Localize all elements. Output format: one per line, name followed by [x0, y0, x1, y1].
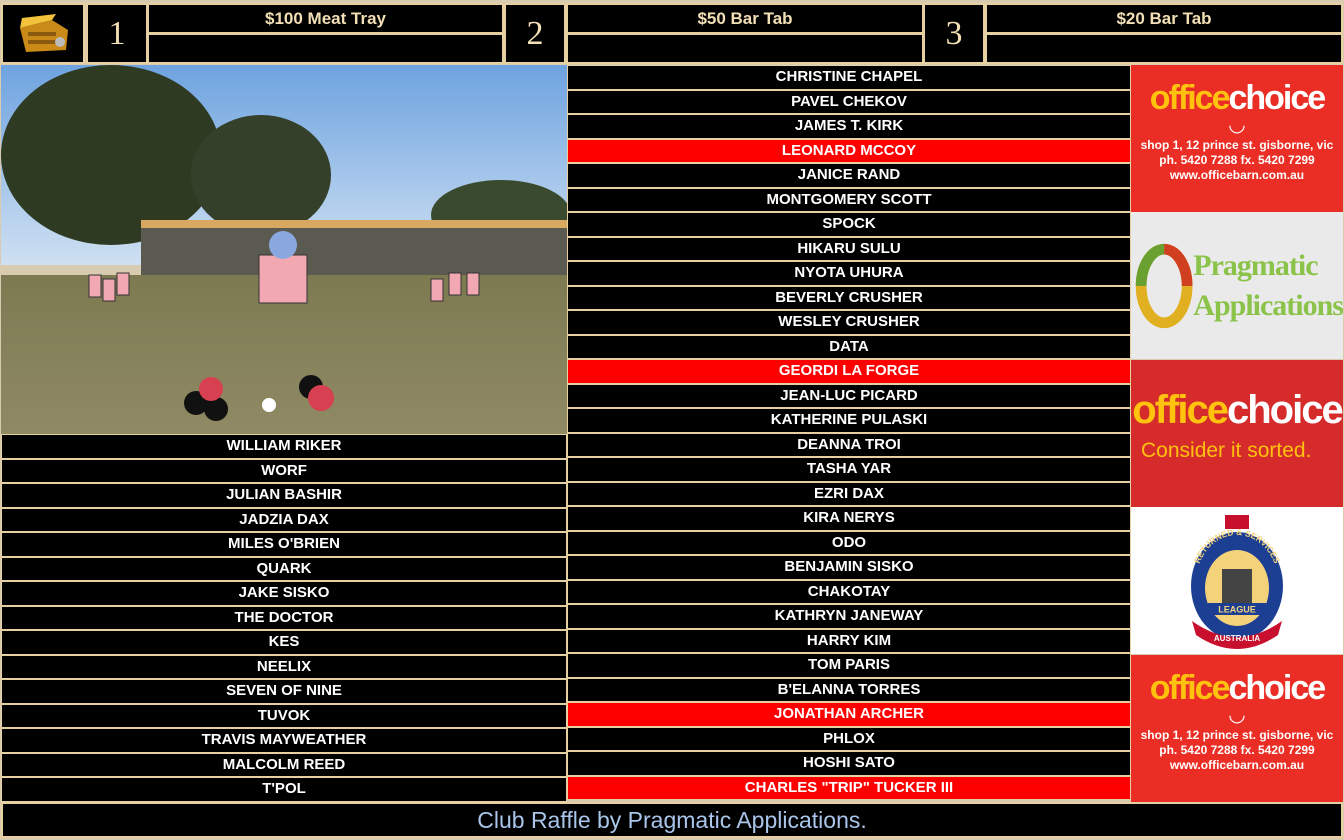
treasure-chest-logo	[1, 3, 85, 64]
prize-winner-1	[147, 33, 504, 64]
name-row[interactable]: CHARLES "TRIP" TUCKER III	[567, 775, 1131, 800]
name-row[interactable]: WORF	[1, 458, 567, 483]
name-row[interactable]: QUARK	[1, 556, 567, 581]
name-row[interactable]: PHLOX	[567, 726, 1131, 751]
pragmatic-logo-icon	[1135, 243, 1193, 328]
name-row[interactable]: SEVEN OF NINE	[1, 679, 567, 704]
ad-logo-office: office	[1149, 79, 1231, 117]
office-choice-ad-2[interactable]: officechoice Consider it sorted.	[1131, 360, 1343, 507]
name-row[interactable]: HOSHI SATO	[567, 751, 1131, 776]
prize-winner-3	[985, 33, 1343, 64]
name-row[interactable]: WILLIAM RIKER	[1, 434, 567, 459]
name-row[interactable]: TRAVIS MAYWEATHER	[1, 728, 567, 753]
ad-text-applications: Applications	[1193, 288, 1343, 322]
name-row[interactable]: DEANNA TROI	[567, 432, 1131, 457]
name-row[interactable]: NEELIX	[1, 654, 567, 679]
ad-tagline: Consider it sorted.	[1141, 439, 1312, 462]
name-row[interactable]: MONTGOMERY SCOTT	[567, 187, 1131, 212]
name-row[interactable]: T'POL	[1, 777, 567, 802]
name-row[interactable]: HARRY KIM	[567, 628, 1131, 653]
rsl-country-text: AUSTRALIA	[1214, 634, 1260, 643]
name-row[interactable]: BENJAMIN SISKO	[567, 555, 1131, 580]
name-row[interactable]: KES	[1, 630, 567, 655]
ad-logo-choice: choice	[1228, 669, 1326, 707]
name-row[interactable]: JONATHAN ARCHER	[567, 702, 1131, 727]
middle-name-list: CHRISTINE CHAPEL PAVEL CHEKOV JAMES T. KIR…	[567, 65, 1131, 800]
name-row[interactable]: JAMES T. KIRK	[567, 114, 1131, 139]
name-row[interactable]: TASHA YAR	[567, 457, 1131, 482]
ad-address: shop 1, 12 prince st. gisborne, vic	[1140, 728, 1334, 742]
name-row[interactable]: TOM PARIS	[567, 653, 1131, 678]
name-row[interactable]: JAKE SISKO	[1, 581, 567, 606]
treasure-chest-icon	[20, 13, 68, 52]
rsl-ad[interactable]: RETURNED & SERVICES LEAGUE AUSTRALIA	[1131, 507, 1343, 654]
name-row[interactable]: PAVEL CHEKOV	[567, 89, 1131, 114]
name-row[interactable]: ODO	[567, 530, 1131, 555]
ad-logo-office: office	[1149, 669, 1231, 707]
ad-website: www.officebarn.com.au	[1169, 168, 1305, 182]
prize-number-2: 2	[504, 3, 566, 64]
name-row[interactable]: KATHRYN JANEWAY	[567, 604, 1131, 629]
name-row[interactable]: JULIAN BASHIR	[1, 483, 567, 508]
office-choice-ad-1[interactable]: officechoice ◡ shop 1, 12 prince st. gis…	[1131, 65, 1343, 212]
left-name-list: WILLIAM RIKER WORF JULIAN BASHIR JADZIA DAX…	[1, 434, 567, 802]
ad-phone: ph. 5420 7288 fx. 5420 7299	[1159, 153, 1315, 167]
prize-number-1: 1	[86, 3, 148, 64]
name-row[interactable]: GEORDI LA FORGE	[567, 359, 1131, 384]
ad-website: www.officebarn.com.au	[1169, 758, 1305, 772]
name-row[interactable]: WESLEY CRUSHER	[567, 310, 1131, 335]
name-row[interactable]: NYOTA UHURA	[567, 261, 1131, 286]
prize-number-3: 3	[923, 3, 985, 64]
name-row[interactable]: KATHERINE PULASKI	[567, 408, 1131, 433]
prize-label-3: $20 Bar Tab	[985, 3, 1343, 34]
name-row[interactable]: JANICE RAND	[567, 163, 1131, 188]
pragmatic-applications-ad[interactable]: Pragmatic Applications	[1131, 212, 1343, 359]
name-row[interactable]: CHAKOTAY	[567, 579, 1131, 604]
name-row[interactable]: MALCOLM REED	[1, 752, 567, 777]
prize-label-1: $100 Meat Tray	[147, 3, 504, 34]
name-row[interactable]: B'ELANNA TORRES	[567, 677, 1131, 702]
name-row[interactable]: EZRI DAX	[567, 481, 1131, 506]
name-row[interactable]: TUVOK	[1, 703, 567, 728]
ad-logo-choice: choice	[1228, 79, 1326, 117]
prize-label-2: $50 Bar Tab	[566, 3, 924, 34]
name-row[interactable]: LEONARD MCCOY	[567, 138, 1131, 163]
name-row[interactable]: HIKARU SULU	[567, 236, 1131, 261]
name-row[interactable]: SPOCK	[567, 212, 1131, 237]
footer-credit: Club Raffle by Pragmatic Applications.	[1, 802, 1343, 838]
name-row[interactable]: THE DOCTOR	[1, 605, 567, 630]
name-row[interactable]: DATA	[567, 334, 1131, 359]
smile-icon: ◡	[1228, 114, 1246, 136]
name-row[interactable]: KIRA NERYS	[567, 506, 1131, 531]
name-row[interactable]: JADZIA DAX	[1, 507, 567, 532]
ad-phone: ph. 5420 7288 fx. 5420 7299	[1159, 743, 1315, 757]
name-row[interactable]: BEVERLY CRUSHER	[567, 285, 1131, 310]
name-row[interactable]: CHRISTINE CHAPEL	[567, 65, 1131, 90]
smile-icon: ◡	[1228, 704, 1246, 726]
ad-logo-office: office	[1132, 388, 1229, 432]
name-row[interactable]: MILES O'BRIEN	[1, 532, 567, 557]
lawn-bowls-photo	[1, 65, 567, 434]
ad-text-pragmatic: Pragmatic	[1193, 248, 1318, 282]
name-row[interactable]: JEAN-LUC PICARD	[567, 383, 1131, 408]
rsl-banner-text: LEAGUE	[1218, 604, 1256, 614]
office-choice-ad-3[interactable]: officechoice ◡ shop 1, 12 prince st. gis…	[1131, 655, 1343, 802]
rsl-badge-icon: RETURNED & SERVICES LEAGUE AUSTRALIA	[1191, 514, 1283, 649]
ad-address: shop 1, 12 prince st. gisborne, vic	[1140, 138, 1334, 152]
ad-logo-choice: choice	[1226, 388, 1343, 432]
prize-winner-2	[566, 33, 924, 64]
